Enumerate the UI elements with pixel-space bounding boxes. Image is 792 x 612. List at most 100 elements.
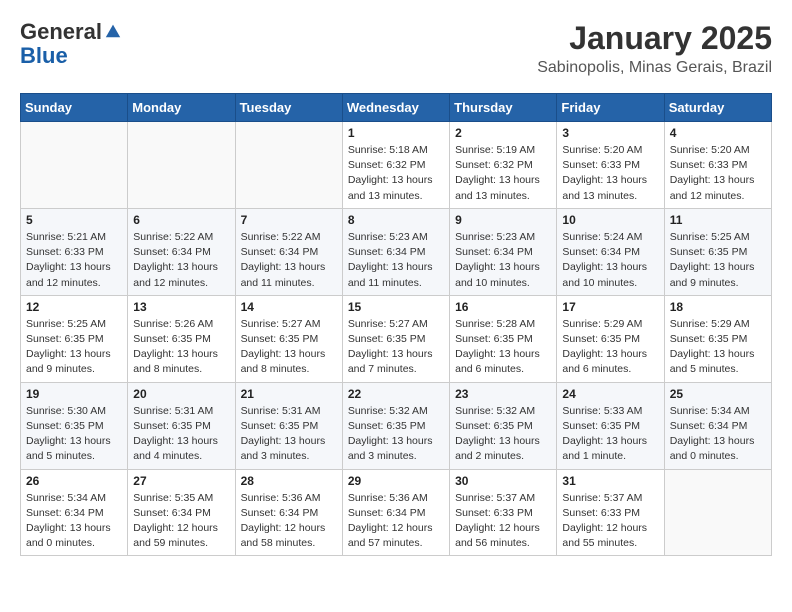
day-number: 19 <box>26 387 122 401</box>
weekday-header-friday: Friday <box>557 94 664 122</box>
weekday-header-wednesday: Wednesday <box>342 94 449 122</box>
day-info: Sunrise: 5:21 AM Sunset: 6:33 PM Dayligh… <box>26 230 122 291</box>
calendar-cell: 10 Sunrise: 5:24 AM Sunset: 6:34 PM Dayli… <box>557 208 664 295</box>
day-number: 29 <box>348 474 444 488</box>
day-info: Sunrise: 5:36 AM Sunset: 6:34 PM Dayligh… <box>241 491 337 552</box>
day-info: Sunrise: 5:25 AM Sunset: 6:35 PM Dayligh… <box>26 317 122 378</box>
day-info: Sunrise: 5:34 AM Sunset: 6:34 PM Dayligh… <box>670 404 766 465</box>
day-info: Sunrise: 5:19 AM Sunset: 6:32 PM Dayligh… <box>455 143 551 204</box>
day-number: 20 <box>133 387 229 401</box>
calendar-cell <box>128 122 235 209</box>
title-block: January 2025 Sabinopolis, Minas Gerais, … <box>537 20 772 77</box>
weekday-header-row: SundayMondayTuesdayWednesdayThursdayFrid… <box>21 94 772 122</box>
weekday-header-thursday: Thursday <box>450 94 557 122</box>
day-number: 2 <box>455 126 551 140</box>
calendar-cell: 1Sunrise: 5:18 AM Sunset: 6:32 PM Daylig… <box>342 122 449 209</box>
weekday-header-sunday: Sunday <box>21 94 128 122</box>
day-info: Sunrise: 5:18 AM Sunset: 6:32 PM Dayligh… <box>348 143 444 204</box>
day-info: Sunrise: 5:24 AM Sunset: 6:34 PM Dayligh… <box>562 230 658 291</box>
calendar-table: SundayMondayTuesdayWednesdayThursdayFrid… <box>20 93 772 556</box>
day-number: 24 <box>562 387 658 401</box>
week-row-3: 12 Sunrise: 5:25 AM Sunset: 6:35 PM Dayli… <box>21 295 772 382</box>
calendar-cell: 24 Sunrise: 5:33 AM Sunset: 6:35 PM Dayli… <box>557 382 664 469</box>
day-number: 30 <box>455 474 551 488</box>
calendar-cell: 9 Sunrise: 5:23 AM Sunset: 6:34 PM Daylig… <box>450 208 557 295</box>
day-info: Sunrise: 5:37 AM Sunset: 6:33 PM Dayligh… <box>562 491 658 552</box>
page-header: General Blue January 2025 Sabinopolis, M… <box>20 20 772 77</box>
day-number: 10 <box>562 213 658 227</box>
calendar-cell: 2 Sunrise: 5:19 AM Sunset: 6:32 PM Daylig… <box>450 122 557 209</box>
calendar-cell: 30 Sunrise: 5:37 AM Sunset: 6:33 PM Dayli… <box>450 469 557 556</box>
calendar-cell: 15Sunrise: 5:27 AM Sunset: 6:35 PM Dayli… <box>342 295 449 382</box>
weekday-header-tuesday: Tuesday <box>235 94 342 122</box>
calendar-cell: 31 Sunrise: 5:37 AM Sunset: 6:33 PM Dayli… <box>557 469 664 556</box>
calendar-cell: 5 Sunrise: 5:21 AM Sunset: 6:33 PM Daylig… <box>21 208 128 295</box>
day-info: Sunrise: 5:31 AM Sunset: 6:35 PM Dayligh… <box>241 404 337 465</box>
calendar-cell: 28 Sunrise: 5:36 AM Sunset: 6:34 PM Dayli… <box>235 469 342 556</box>
day-number: 8 <box>348 213 444 227</box>
day-number: 4 <box>670 126 766 140</box>
calendar-cell: 8 Sunrise: 5:23 AM Sunset: 6:34 PM Daylig… <box>342 208 449 295</box>
day-info: Sunrise: 5:20 AM Sunset: 6:33 PM Dayligh… <box>670 143 766 204</box>
calendar-cell: 22Sunrise: 5:32 AM Sunset: 6:35 PM Dayli… <box>342 382 449 469</box>
day-info: Sunrise: 5:26 AM Sunset: 6:35 PM Dayligh… <box>133 317 229 378</box>
day-number: 28 <box>241 474 337 488</box>
day-number: 31 <box>562 474 658 488</box>
day-info: Sunrise: 5:27 AM Sunset: 6:35 PM Dayligh… <box>348 317 444 378</box>
day-info: Sunrise: 5:22 AM Sunset: 6:34 PM Dayligh… <box>133 230 229 291</box>
week-row-5: 26 Sunrise: 5:34 AM Sunset: 6:34 PM Dayli… <box>21 469 772 556</box>
calendar-cell: 19Sunrise: 5:30 AM Sunset: 6:35 PM Dayli… <box>21 382 128 469</box>
day-info: Sunrise: 5:33 AM Sunset: 6:35 PM Dayligh… <box>562 404 658 465</box>
day-info: Sunrise: 5:37 AM Sunset: 6:33 PM Dayligh… <box>455 491 551 552</box>
day-number: 21 <box>241 387 337 401</box>
logo-blue: Blue <box>20 43 68 68</box>
day-info: Sunrise: 5:28 AM Sunset: 6:35 PM Dayligh… <box>455 317 551 378</box>
calendar-cell: 29Sunrise: 5:36 AM Sunset: 6:34 PM Dayli… <box>342 469 449 556</box>
calendar-cell: 13Sunrise: 5:26 AM Sunset: 6:35 PM Dayli… <box>128 295 235 382</box>
day-number: 14 <box>241 300 337 314</box>
calendar-cell: 25 Sunrise: 5:34 AM Sunset: 6:34 PM Dayli… <box>664 382 771 469</box>
calendar-cell <box>21 122 128 209</box>
day-number: 5 <box>26 213 122 227</box>
calendar-cell: 3Sunrise: 5:20 AM Sunset: 6:33 PM Daylig… <box>557 122 664 209</box>
day-info: Sunrise: 5:23 AM Sunset: 6:34 PM Dayligh… <box>455 230 551 291</box>
logo-icon <box>104 21 122 39</box>
day-info: Sunrise: 5:27 AM Sunset: 6:35 PM Dayligh… <box>241 317 337 378</box>
day-number: 22 <box>348 387 444 401</box>
day-info: Sunrise: 5:20 AM Sunset: 6:33 PM Dayligh… <box>562 143 658 204</box>
day-number: 18 <box>670 300 766 314</box>
day-number: 6 <box>133 213 229 227</box>
day-number: 12 <box>26 300 122 314</box>
week-row-1: 1Sunrise: 5:18 AM Sunset: 6:32 PM Daylig… <box>21 122 772 209</box>
day-info: Sunrise: 5:22 AM Sunset: 6:34 PM Dayligh… <box>241 230 337 291</box>
calendar-cell: 23Sunrise: 5:32 AM Sunset: 6:35 PM Dayli… <box>450 382 557 469</box>
day-number: 7 <box>241 213 337 227</box>
calendar-cell <box>235 122 342 209</box>
calendar-cell: 20Sunrise: 5:31 AM Sunset: 6:35 PM Dayli… <box>128 382 235 469</box>
day-info: Sunrise: 5:34 AM Sunset: 6:34 PM Dayligh… <box>26 491 122 552</box>
calendar-cell: 14 Sunrise: 5:27 AM Sunset: 6:35 PM Dayli… <box>235 295 342 382</box>
calendar-cell: 7 Sunrise: 5:22 AM Sunset: 6:34 PM Daylig… <box>235 208 342 295</box>
calendar-cell: 18 Sunrise: 5:29 AM Sunset: 6:35 PM Dayli… <box>664 295 771 382</box>
day-number: 16 <box>455 300 551 314</box>
calendar-cell: 16 Sunrise: 5:28 AM Sunset: 6:35 PM Dayli… <box>450 295 557 382</box>
calendar-subtitle: Sabinopolis, Minas Gerais, Brazil <box>537 59 772 77</box>
calendar-cell: 11Sunrise: 5:25 AM Sunset: 6:35 PM Dayli… <box>664 208 771 295</box>
weekday-header-saturday: Saturday <box>664 94 771 122</box>
week-row-4: 19Sunrise: 5:30 AM Sunset: 6:35 PM Dayli… <box>21 382 772 469</box>
day-number: 26 <box>26 474 122 488</box>
day-info: Sunrise: 5:29 AM Sunset: 6:35 PM Dayligh… <box>562 317 658 378</box>
logo: General Blue <box>20 20 122 68</box>
day-info: Sunrise: 5:23 AM Sunset: 6:34 PM Dayligh… <box>348 230 444 291</box>
day-number: 25 <box>670 387 766 401</box>
day-info: Sunrise: 5:32 AM Sunset: 6:35 PM Dayligh… <box>455 404 551 465</box>
calendar-cell: 6 Sunrise: 5:22 AM Sunset: 6:34 PM Daylig… <box>128 208 235 295</box>
calendar-cell: 26 Sunrise: 5:34 AM Sunset: 6:34 PM Dayli… <box>21 469 128 556</box>
calendar-title: January 2025 <box>537 20 772 57</box>
weekday-header-monday: Monday <box>128 94 235 122</box>
calendar-cell: 17Sunrise: 5:29 AM Sunset: 6:35 PM Dayli… <box>557 295 664 382</box>
calendar-cell: 27Sunrise: 5:35 AM Sunset: 6:34 PM Dayli… <box>128 469 235 556</box>
day-info: Sunrise: 5:29 AM Sunset: 6:35 PM Dayligh… <box>670 317 766 378</box>
logo-general: General <box>20 19 102 44</box>
day-number: 9 <box>455 213 551 227</box>
